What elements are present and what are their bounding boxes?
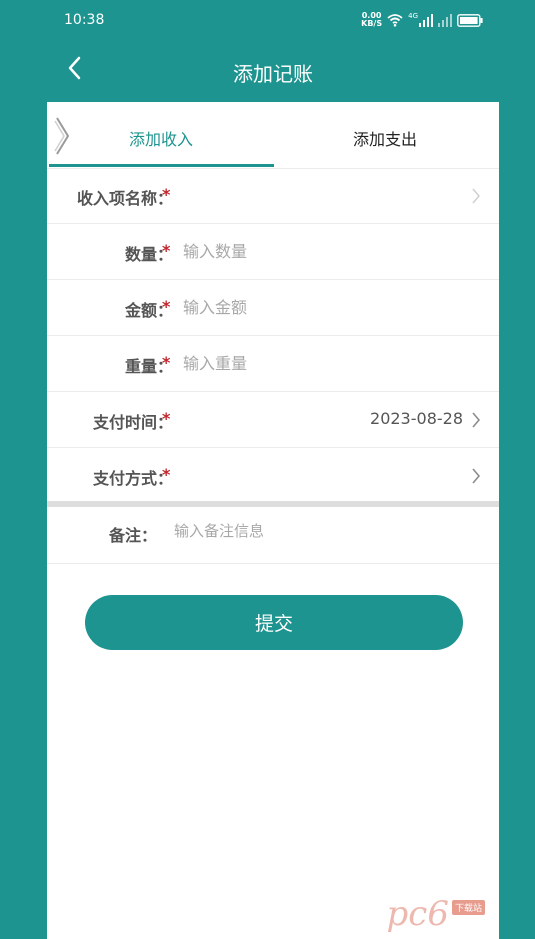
required-mark: * [162, 353, 171, 372]
watermark-logo: pc6 [386, 894, 449, 934]
app-screen: 10:38 0.00 KB/S 4G 添加记账 添加收入 添加支出 收入项名称：… [47, 0, 499, 939]
required-mark: * [162, 409, 171, 428]
top-bar: 10:38 0.00 KB/S 4G 添加记账 [47, 0, 499, 102]
pay-time-value: 2023-08-28 [370, 409, 463, 428]
wifi-icon [387, 14, 403, 27]
weight-row: 重量： * [47, 336, 499, 392]
quantity-input[interactable] [183, 234, 443, 268]
watermark: pc6 下载站 [387, 897, 485, 931]
item-name-row[interactable]: 收入项名称： * [47, 168, 499, 224]
required-mark: * [162, 185, 171, 204]
pay-time-label: 支付时间： [92, 413, 173, 432]
pay-time-row[interactable]: 支付时间： * 2023-08-28 [47, 392, 499, 448]
pay-method-label: 支付方式： [92, 469, 173, 488]
net-speed: 0.00 KB/S [361, 11, 383, 28]
chevron-right-icon [472, 468, 480, 484]
amount-input[interactable] [183, 290, 443, 324]
status-time: 10:38 [64, 12, 105, 28]
tab-add-income[interactable]: 添加收入 [129, 126, 193, 150]
required-mark: * [162, 465, 171, 484]
battery-icon [457, 13, 483, 27]
watermark-tag: 下载站 [451, 900, 485, 915]
status-icons: 0.00 KB/S 4G [361, 11, 483, 29]
submit-button[interactable]: 提交 [85, 595, 463, 650]
chevron-right-icon [472, 188, 480, 204]
signal-icon-2 [438, 13, 452, 27]
tab-bar: 添加收入 添加支出 [47, 102, 499, 169]
quantity-row: 数量： * [47, 224, 499, 280]
chevron-right-icon [54, 117, 70, 155]
note-input[interactable] [174, 514, 474, 548]
network-type: 4G [408, 12, 418, 20]
section-divider [47, 501, 499, 507]
note-underline [47, 563, 499, 564]
amount-row: 金额： * [47, 280, 499, 336]
weight-input[interactable] [183, 346, 443, 380]
active-tab-indicator [49, 164, 274, 167]
pay-method-row[interactable]: 支付方式： * [47, 448, 499, 503]
note-label: 备注： [109, 526, 158, 545]
signal-icon [419, 13, 433, 27]
required-mark: * [162, 241, 171, 260]
status-bar: 10:38 0.00 KB/S 4G [47, 0, 499, 40]
chevron-right-icon [472, 412, 480, 428]
item-name-label: 收入项名称： [76, 189, 173, 208]
nav-bar: 添加记账 [47, 40, 499, 102]
page-title: 添加记账 [233, 62, 313, 86]
tab-add-expense[interactable]: 添加支出 [353, 126, 417, 150]
required-mark: * [162, 297, 171, 316]
